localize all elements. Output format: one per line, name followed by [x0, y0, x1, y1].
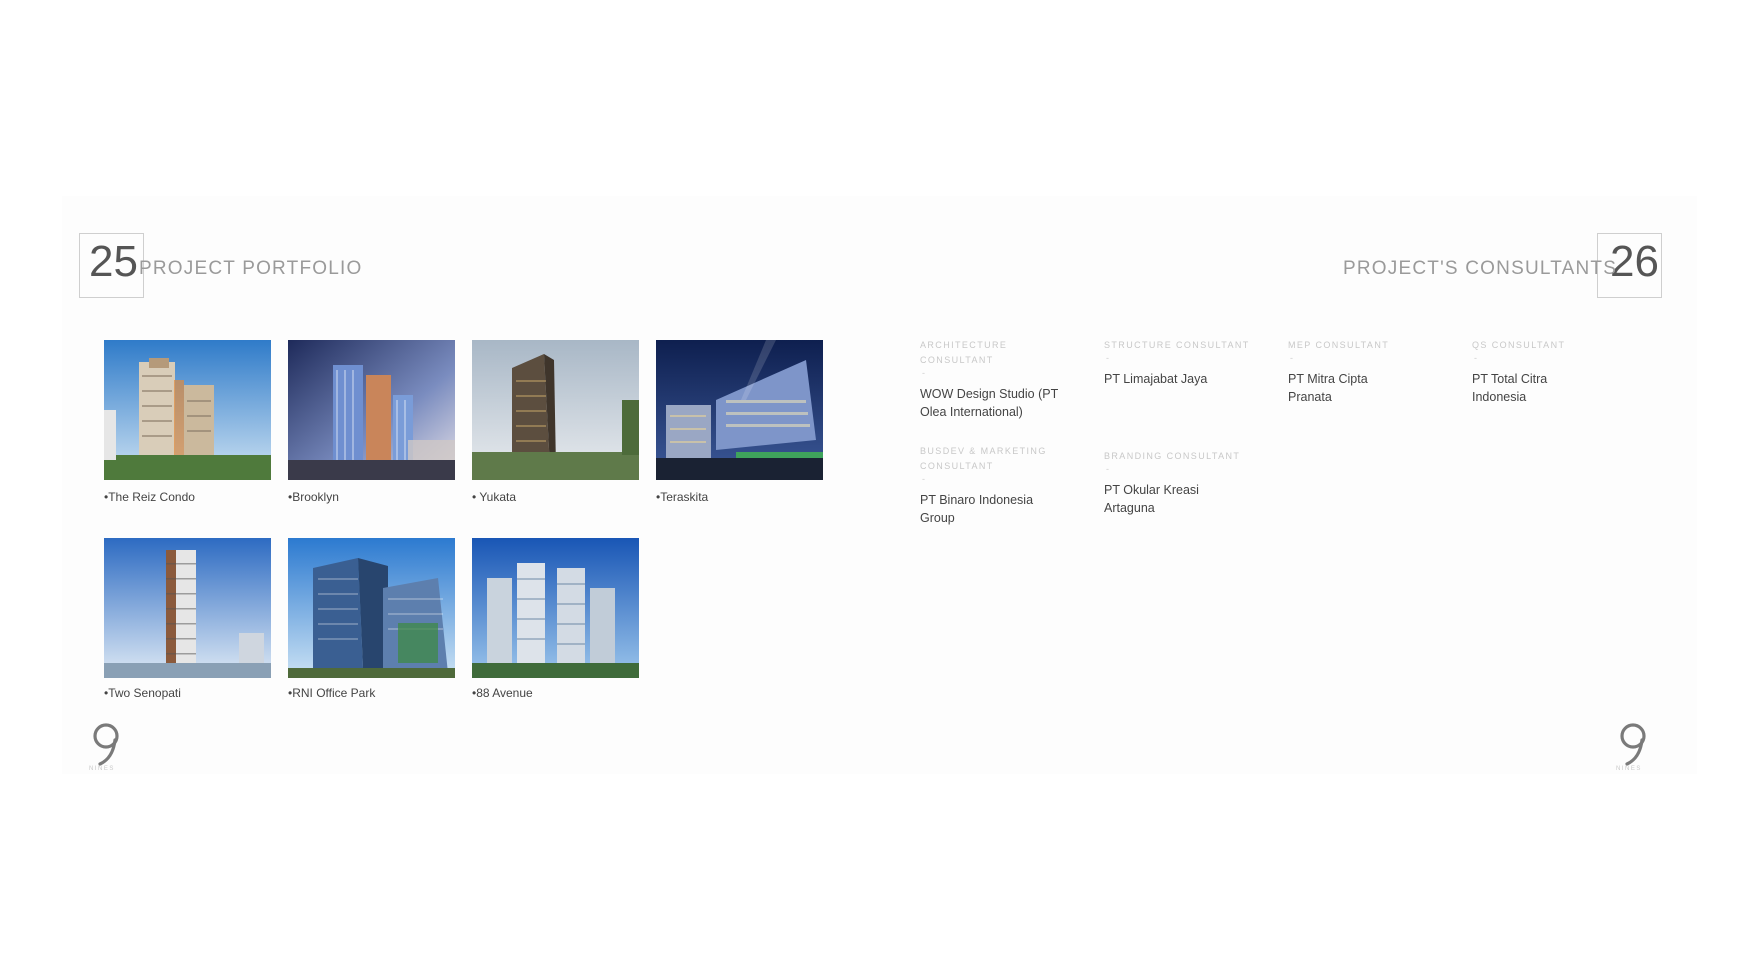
project-caption: •Teraskita — [656, 490, 709, 504]
portfolio-title: PROJECT PORTFOLIO — [139, 258, 363, 279]
consultant-name-structure: PT Limajabat Jaya — [1104, 372, 1208, 386]
nines-logo-left — [93, 723, 119, 766]
consultant-heading-branding: BRANDING CONSULTANT — [1104, 451, 1241, 461]
project-image-brooklyn — [288, 340, 455, 480]
consultant-name-architecture: WOW Design Studio (PT Olea International… — [920, 387, 1059, 419]
page-number-right: 26 — [1610, 237, 1659, 286]
project-image-yukata — [472, 340, 639, 480]
project-caption: •The Reiz Condo — [104, 490, 195, 504]
project-caption: • Yukata — [472, 490, 517, 504]
page-number-left: 25 — [89, 237, 138, 286]
nines-logo-right — [1620, 723, 1646, 766]
consultant-heading-architecture: ARCHITECTURE CONSULTANT — [920, 340, 1008, 365]
consultant-dash: - — [1474, 353, 1477, 363]
consultant-name-qs: PT Total Citra Indonesia — [1472, 372, 1548, 404]
consultant-name-busdev-marketing: PT Binaro Indonesia Group — [920, 493, 1034, 525]
project-image-teraskita — [656, 340, 823, 480]
consultants-title: PROJECT'S CONSULTANTS — [1343, 258, 1618, 279]
consultant-dash: - — [922, 474, 925, 484]
consultant-heading-busdev-marketing: BUSDEV & MARKETING CONSULTANT — [920, 446, 1047, 471]
consultant-dash: - — [922, 368, 925, 378]
project-caption: •Brooklyn — [288, 490, 339, 504]
consultant-name-branding: PT Okular Kreasi Artaguna — [1104, 483, 1199, 515]
project-image-two-senopati — [104, 538, 271, 678]
project-image-reiz-condo — [104, 340, 271, 480]
project-image-88-avenue — [472, 538, 639, 678]
nines-logo-text-right: NINES — [1616, 766, 1642, 772]
project-caption: •Two Senopati — [104, 686, 181, 700]
consultant-heading-structure: STRUCTURE CONSULTANT — [1104, 340, 1250, 350]
project-image-rni-office-park — [288, 538, 455, 678]
consultant-heading-qs: QS CONSULTANT — [1472, 340, 1566, 350]
consultant-dash: - — [1290, 353, 1293, 363]
consultant-dash: - — [1106, 353, 1109, 363]
consultant-name-mep: PT Mitra Cipta Pranata — [1288, 372, 1368, 404]
project-caption: •RNI Office Park — [288, 686, 376, 700]
project-caption: •88 Avenue — [472, 686, 533, 700]
consultant-dash: - — [1106, 464, 1109, 474]
nines-logo-text-left: NINES — [89, 766, 115, 772]
consultant-heading-mep: MEP CONSULTANT — [1288, 340, 1390, 350]
